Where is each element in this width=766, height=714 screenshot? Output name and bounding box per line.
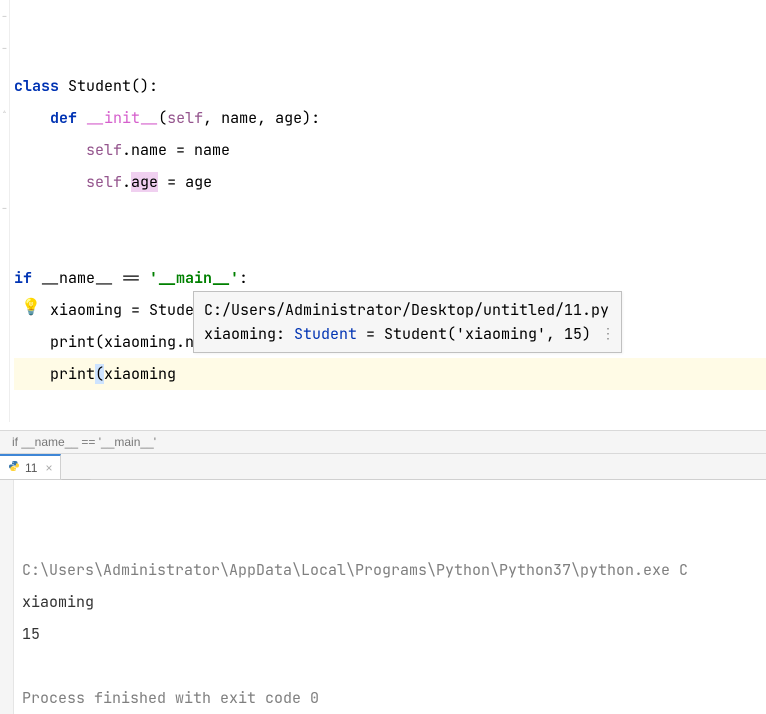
code-line-blank [14, 204, 23, 224]
code-line-current: print(xiaoming [14, 358, 766, 390]
param-self: self [86, 140, 122, 160]
keyword-if: if [14, 268, 32, 288]
fold-marker[interactable]: ▵ [0, 108, 9, 117]
console-exit-status: Process finished with exit code 0 [22, 688, 319, 708]
breadcrumb[interactable]: if __name__ == '__main__' [0, 430, 766, 454]
code-line-blank [14, 236, 23, 256]
param-self: self [167, 108, 203, 128]
fold-marker[interactable]: – [0, 12, 9, 21]
param-self: self [86, 172, 122, 192]
attribute-age: age [131, 172, 158, 192]
tooltip-type: Student [294, 324, 357, 344]
fold-marker[interactable]: – [0, 204, 9, 213]
tooltip-definition: xiaoming: Student = Student('xiaoming', … [204, 322, 609, 346]
keyword-def: def [50, 108, 77, 128]
python-file-icon [8, 460, 20, 475]
close-icon[interactable]: × [45, 461, 52, 475]
run-tab-11[interactable]: 11 × [0, 454, 61, 479]
console-gutter [0, 480, 14, 714]
quick-doc-tooltip: C:/Users/Administrator/Desktop/untitled/… [193, 291, 622, 353]
run-tab-title: 11 [25, 461, 37, 475]
run-tab-bar: 11 × [0, 454, 766, 480]
code-line: def __init__(self, name, age): [14, 108, 320, 128]
tooltip-path: C:/Users/Administrator/Desktop/untitled/… [204, 298, 609, 322]
breadcrumb-item[interactable]: if __name__ == '__main__' [12, 435, 156, 449]
console-output-line: xiaoming [22, 592, 94, 612]
console-output-blank [22, 656, 31, 676]
paren-highlight: ( [95, 364, 104, 384]
console-output-line: 15 [22, 624, 40, 644]
string-main: '__main__' [149, 268, 239, 288]
method-init: __init__ [86, 108, 158, 128]
more-actions-icon[interactable]: ⋮ [601, 322, 615, 346]
code-editor[interactable]: – – ▵ – class Student(): def __init__(se… [0, 0, 766, 422]
code-line: if __name__ == '__main__': [14, 268, 248, 288]
run-console[interactable]: C:\Users\Administrator\AppData\Local\Pro… [0, 480, 766, 714]
code-line: self.age = age [14, 172, 212, 192]
editor-gutter: – – ▵ – [0, 0, 10, 422]
intention-bulb-icon[interactable]: 💡 [21, 296, 41, 317]
fold-marker[interactable]: – [0, 44, 9, 53]
console-command: C:\Users\Administrator\AppData\Local\Pro… [22, 560, 688, 580]
code-line: self.name = name [14, 140, 230, 160]
